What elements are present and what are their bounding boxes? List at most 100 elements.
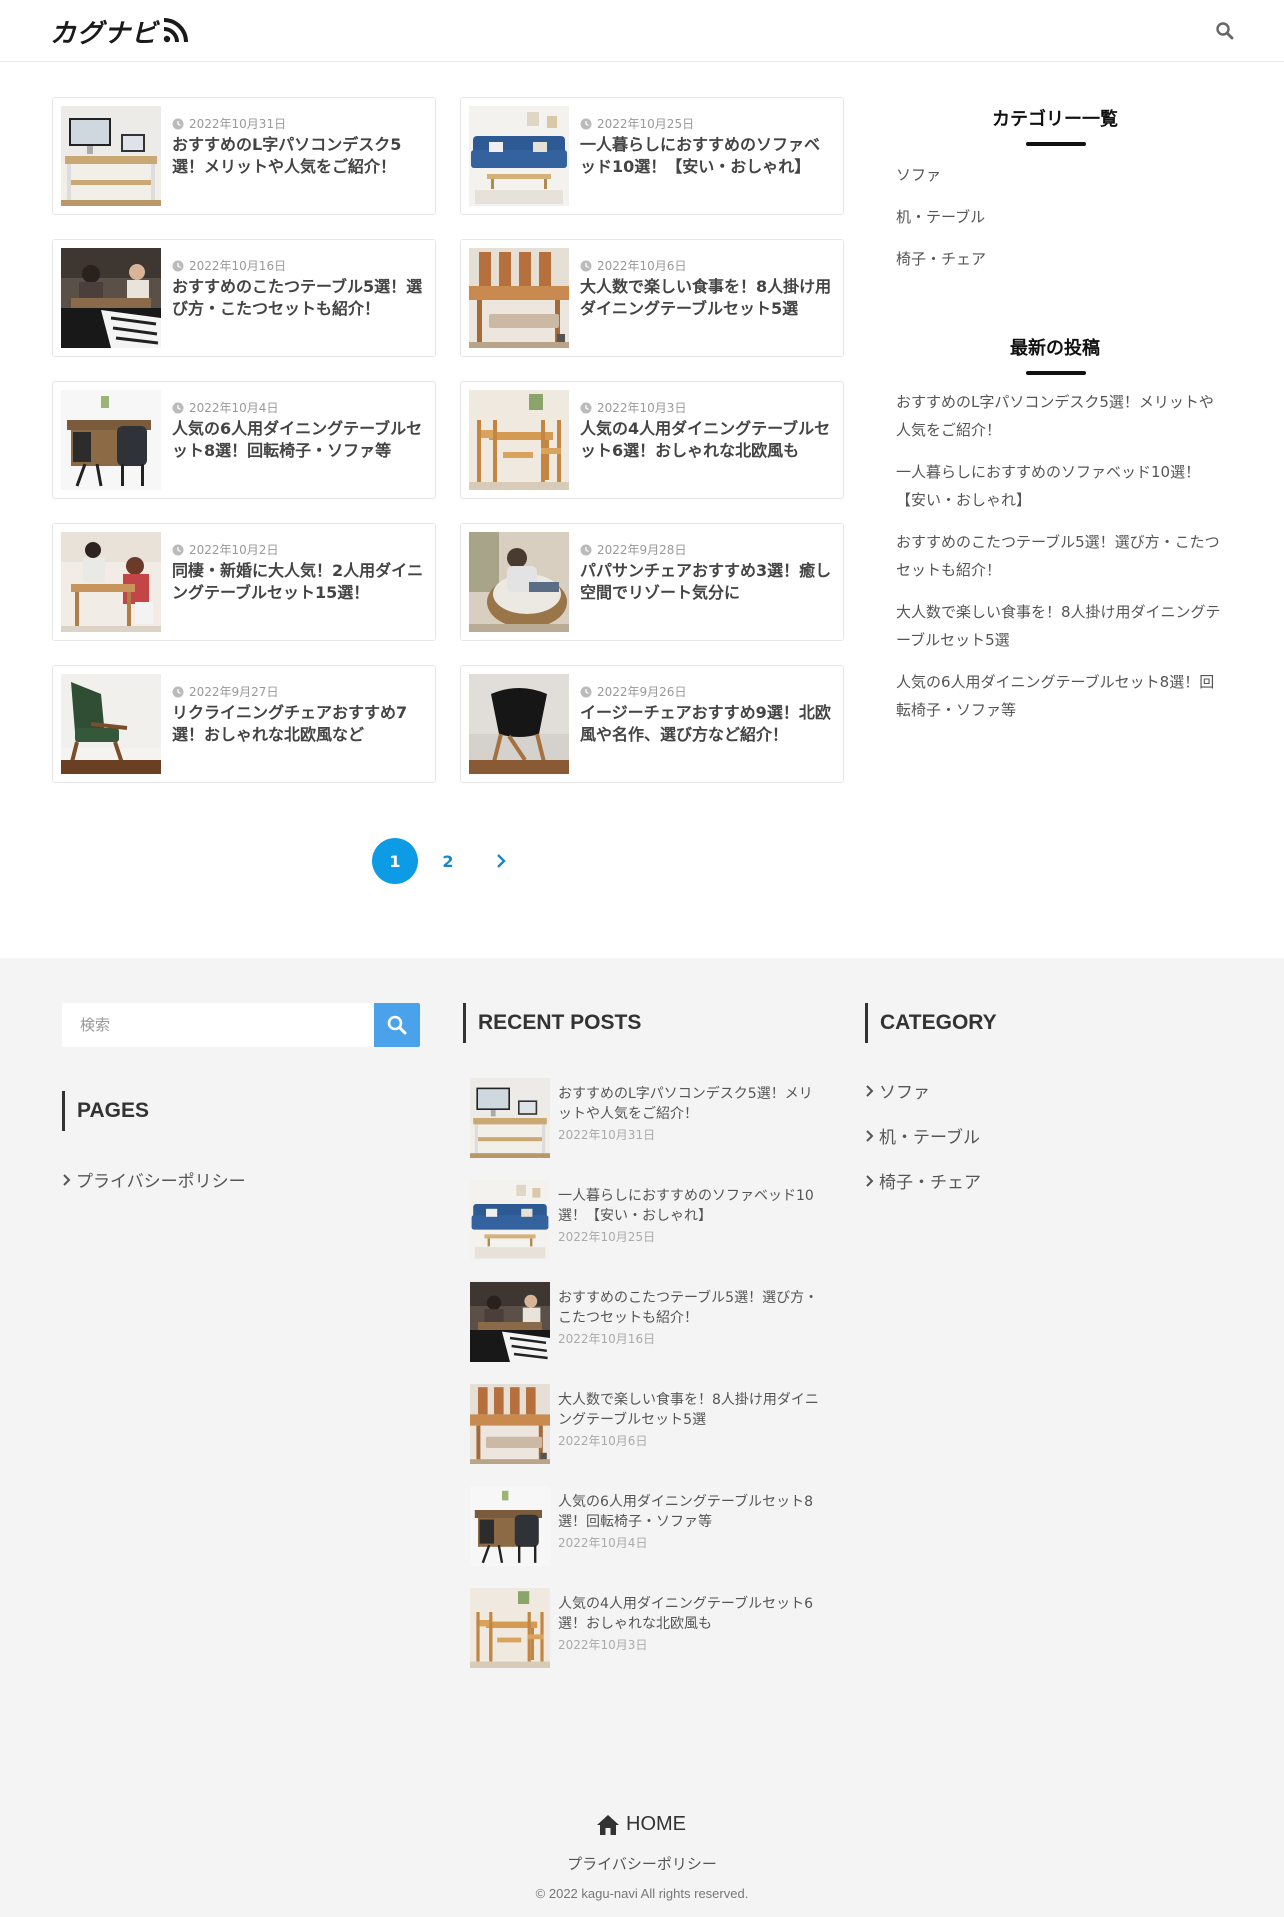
- post-title[interactable]: おすすめのL字パソコンデスク5選！メリットや人気をご紹介！: [172, 134, 427, 178]
- post-thumbnail[interactable]: [61, 248, 161, 348]
- post-card[interactable]: 2022年10月25日 一人暮らしにおすすめのソファベッド10選！【安い・おしゃ…: [460, 97, 844, 215]
- sidebar-category-table[interactable]: 机・テーブル: [896, 206, 985, 227]
- post-date: 2022年10月25日: [580, 115, 694, 132]
- footer-recent-post[interactable]: 人気の6人用ダイニングテーブルセット8選！回転椅子・ソファ等 2022年10月4…: [470, 1486, 830, 1568]
- post-title[interactable]: 同棲・新婚に大人気！2人用ダイニングテーブルセット15選！: [172, 560, 427, 604]
- home-icon: [597, 1814, 619, 1835]
- clock-icon: [580, 118, 592, 129]
- post-thumbnail[interactable]: [470, 1588, 550, 1668]
- post-card[interactable]: 2022年10月4日 人気の6人用ダイニングテーブルセット8選！回転椅子・ソファ…: [52, 381, 436, 499]
- post-title[interactable]: おすすめのこたつテーブル5選！選び方・こたつセットも紹介！: [558, 1288, 826, 1328]
- clock-icon: [172, 402, 184, 413]
- sidebar-recent-post[interactable]: おすすめのL字パソコンデスク5選！メリットや人気をご紹介！: [896, 388, 1226, 444]
- footer-recent-post[interactable]: おすすめのこたつテーブル5選！選び方・こたつセットも紹介！ 2022年10月16…: [470, 1282, 830, 1364]
- clock-icon: [172, 118, 184, 129]
- post-thumbnail[interactable]: [61, 532, 161, 632]
- post-thumbnail[interactable]: [469, 674, 569, 774]
- footer-pages-heading: PAGES: [62, 1091, 149, 1131]
- post-thumbnail[interactable]: [470, 1282, 550, 1362]
- post-thumbnail[interactable]: [61, 390, 161, 490]
- clock-icon: [580, 544, 592, 555]
- post-card[interactable]: 2022年10月16日 おすすめのこたつテーブル5選！選び方・こたつセットも紹介…: [52, 239, 436, 357]
- sidebar-recent-post[interactable]: おすすめのこたつテーブル5選！選び方・こたつセットも紹介！: [896, 528, 1226, 584]
- post-title[interactable]: 大人数で楽しい食事を！8人掛け用ダイニングテーブルセット5選: [558, 1390, 826, 1430]
- clock-icon: [580, 686, 592, 697]
- post-thumbnail[interactable]: [61, 106, 161, 206]
- post-date: 2022年10月4日: [558, 1536, 648, 1550]
- sidebar-recent-post[interactable]: 大人数で楽しい食事を！8人掛け用ダイニングテーブルセット5選: [896, 598, 1226, 654]
- post-date: 2022年10月3日: [580, 399, 686, 416]
- post-title[interactable]: おすすめのL字パソコンデスク5選！メリットや人気をご紹介！: [558, 1084, 826, 1124]
- post-date: 2022年9月28日: [580, 541, 686, 558]
- post-title[interactable]: 人気の6人用ダイニングテーブルセット8選！回転椅子・ソファ等: [558, 1492, 826, 1532]
- sidebar-recent-post[interactable]: 一人暮らしにおすすめのソファベッド10選！【安い・おしゃれ】: [896, 458, 1226, 514]
- footer-category-sofa[interactable]: ソファ: [865, 1078, 930, 1103]
- post-thumbnail[interactable]: [470, 1384, 550, 1464]
- post-card[interactable]: 2022年10月6日 大人数で楽しい食事を！8人掛け用ダイニングテーブルセット5…: [460, 239, 844, 357]
- post-title[interactable]: 人気の6人用ダイニングテーブルセット8選！回転椅子・ソファ等: [172, 418, 427, 462]
- post-title[interactable]: 一人暮らしにおすすめのソファベッド10選！【安い・おしゃれ】: [558, 1186, 826, 1226]
- sidebar-recent-post[interactable]: 人気の6人用ダイニングテーブルセット8選！回転椅子・ソファ等: [896, 668, 1226, 724]
- post-title[interactable]: リクライニングチェアおすすめ7選！おしゃれな北欧風など: [172, 702, 427, 746]
- post-title[interactable]: 人気の4人用ダイニングテーブルセット6選！おしゃれな北欧風も: [580, 418, 835, 462]
- post-card[interactable]: 2022年10月2日 同棲・新婚に大人気！2人用ダイニングテーブルセット15選！: [52, 523, 436, 641]
- chevron-right-icon: [866, 1084, 874, 1097]
- post-card[interactable]: 2022年10月3日 人気の4人用ダイニングテーブルセット6選！おしゃれな北欧風…: [460, 381, 844, 499]
- post-title[interactable]: 大人数で楽しい食事を！8人掛け用ダイニングテーブルセット5選: [580, 276, 835, 320]
- post-date: 2022年10月25日: [558, 1230, 656, 1244]
- pagination-next-button[interactable]: [478, 838, 524, 884]
- post-date: 2022年10月31日: [558, 1128, 656, 1142]
- footer-search-input[interactable]: [62, 1003, 376, 1047]
- sidebar-recent-heading: 最新の投稿: [1010, 338, 1100, 359]
- footer-category-heading: CATEGORY: [865, 1003, 997, 1043]
- clock-icon: [172, 686, 184, 697]
- post-thumbnail[interactable]: [470, 1078, 550, 1158]
- pagination-current-page[interactable]: 1: [372, 838, 418, 884]
- search-icon: [387, 1015, 407, 1035]
- post-date: 2022年10月16日: [558, 1332, 656, 1346]
- post-card[interactable]: 2022年9月26日 イージーチェアおすすめ9選！北欧風や名作、選び方など紹介！: [460, 665, 844, 783]
- footer-category-chair[interactable]: 椅子・チェア: [865, 1168, 981, 1193]
- footer-category-table[interactable]: 机・テーブル: [865, 1123, 980, 1148]
- post-title[interactable]: おすすめのこたつテーブル5選！選び方・こたつセットも紹介！: [172, 276, 427, 320]
- footer-recent-post[interactable]: おすすめのL字パソコンデスク5選！メリットや人気をご紹介！ 2022年10月31…: [470, 1078, 830, 1160]
- post-date: 2022年9月26日: [580, 683, 686, 700]
- chevron-right-icon: [866, 1129, 874, 1142]
- footer-recent-heading: RECENT POSTS: [463, 1003, 641, 1043]
- post-date: 2022年10月4日: [172, 399, 278, 416]
- post-card[interactable]: 2022年9月28日 パパサンチェアおすすめ3選！癒し空間でリゾート気分に: [460, 523, 844, 641]
- post-thumbnail[interactable]: [469, 106, 569, 206]
- clock-icon: [172, 260, 184, 271]
- post-thumbnail[interactable]: [469, 248, 569, 348]
- footer-home-link[interactable]: HOME: [596, 1813, 686, 1836]
- rss-icon: [163, 18, 189, 43]
- post-date: 2022年9月27日: [172, 683, 278, 700]
- footer-recent-post[interactable]: 大人数で楽しい食事を！8人掛け用ダイニングテーブルセット5選 2022年10月6…: [470, 1384, 830, 1466]
- chevron-right-icon: [63, 1173, 71, 1186]
- post-title[interactable]: イージーチェアおすすめ9選！北欧風や名作、選び方など紹介！: [580, 702, 835, 746]
- post-card[interactable]: 2022年10月31日 おすすめのL字パソコンデスク5選！メリットや人気をご紹介…: [52, 97, 436, 215]
- footer-recent-post[interactable]: 人気の4人用ダイニングテーブルセット6選！おしゃれな北欧風も 2022年10月3…: [470, 1588, 830, 1670]
- site-logo[interactable]: カグナビ: [50, 16, 189, 49]
- post-title[interactable]: 一人暮らしにおすすめのソファベッド10選！【安い・おしゃれ】: [580, 134, 835, 178]
- post-thumbnail[interactable]: [469, 390, 569, 490]
- post-thumbnail[interactable]: [469, 532, 569, 632]
- pagination-page-2[interactable]: 2: [425, 838, 471, 884]
- post-title[interactable]: 人気の4人用ダイニングテーブルセット6選！おしゃれな北欧風も: [558, 1594, 826, 1634]
- clock-icon: [172, 544, 184, 555]
- footer-privacy-link[interactable]: プライバシーポリシー: [0, 1853, 1284, 1874]
- footer-recent-post[interactable]: 一人暮らしにおすすめのソファベッド10選！【安い・おしゃれ】 2022年10月2…: [470, 1180, 830, 1262]
- footer-page-privacy[interactable]: プライバシーポリシー: [62, 1167, 246, 1192]
- sidebar-category-sofa[interactable]: ソファ: [896, 164, 941, 185]
- footer-search-button[interactable]: [374, 1003, 420, 1047]
- post-title[interactable]: パパサンチェアおすすめ3選！癒し空間でリゾート気分に: [580, 560, 835, 604]
- post-thumbnail[interactable]: [61, 674, 161, 774]
- post-thumbnail[interactable]: [470, 1180, 550, 1260]
- site-header: カグナビ: [0, 0, 1284, 62]
- chevron-right-icon: [497, 854, 506, 868]
- post-card[interactable]: 2022年9月27日 リクライニングチェアおすすめ7選！おしゃれな北欧風など: [52, 665, 436, 783]
- clock-icon: [580, 260, 592, 271]
- search-icon[interactable]: [1212, 18, 1238, 44]
- sidebar-category-chair[interactable]: 椅子・チェア: [896, 248, 986, 269]
- post-thumbnail[interactable]: [470, 1486, 550, 1566]
